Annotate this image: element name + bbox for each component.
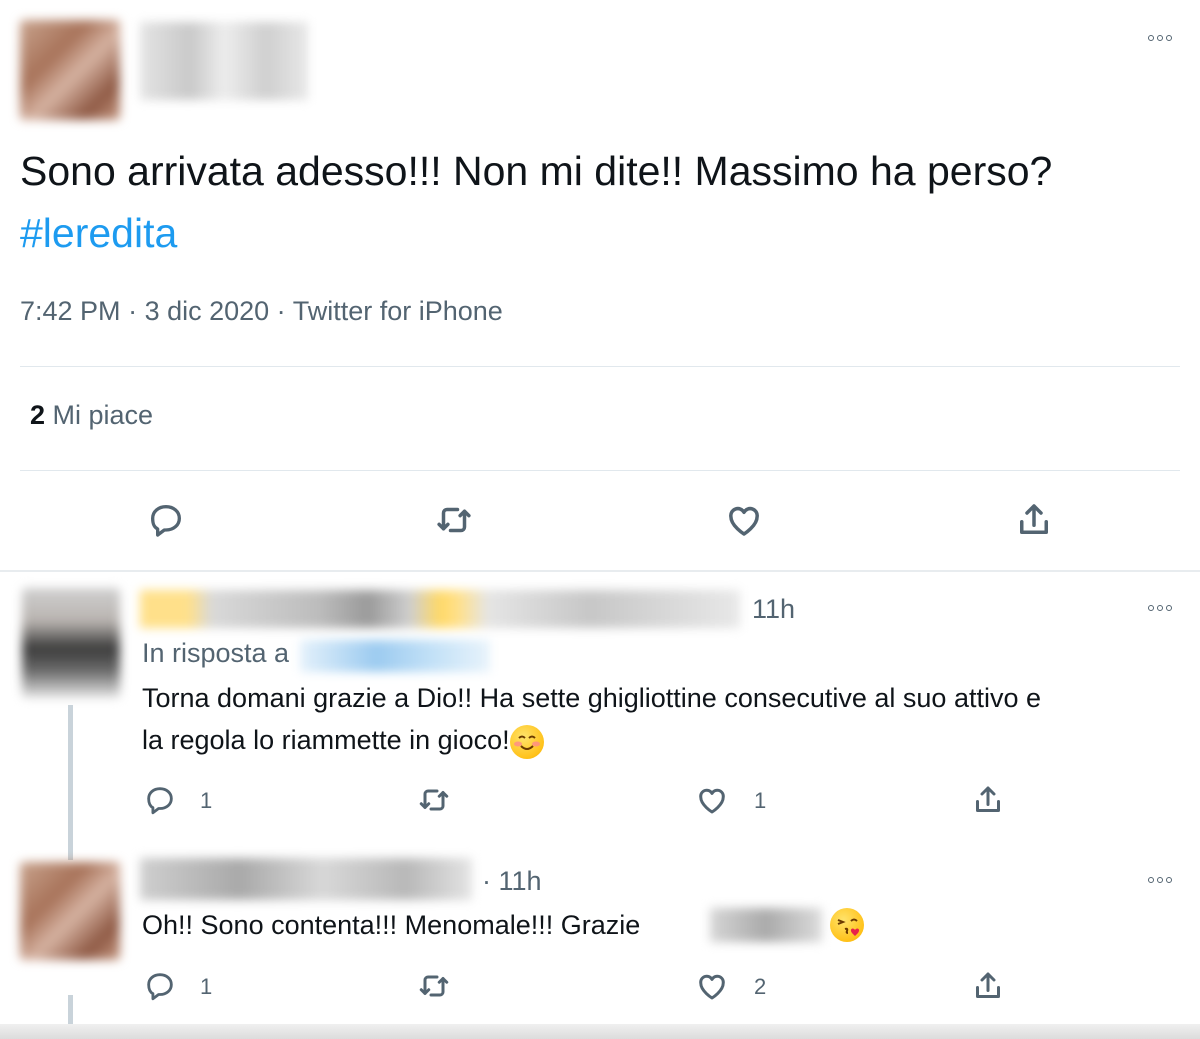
like-count: 2 <box>754 974 767 999</box>
share-icon[interactable] <box>968 966 1008 1006</box>
smiling-face-icon <box>509 724 544 759</box>
meta-separator: · <box>120 296 145 326</box>
author-avatar[interactable] <box>20 20 120 120</box>
more-options-icon[interactable] <box>1144 602 1176 614</box>
tweet-source[interactable]: Twitter for iPhone <box>293 296 503 326</box>
reply-to-label: In risposta a <box>142 638 290 668</box>
retweet-icon[interactable] <box>414 780 454 820</box>
reply-count: 1 <box>200 788 213 813</box>
section-separator <box>0 570 1200 572</box>
reply-time-value[interactable]: 11h <box>499 866 542 896</box>
reply-text: Torna domani grazie a Dio!! Ha sette ghi… <box>142 677 1182 761</box>
reply-text-line: Torna domani grazie a Dio!! Ha sette ghi… <box>142 683 1042 713</box>
likes-count: 2 <box>30 400 46 430</box>
reply-author-avatar[interactable] <box>22 588 120 698</box>
reply-time[interactable]: · 11h <box>482 866 542 897</box>
divider <box>20 366 1180 367</box>
share-icon[interactable] <box>1012 498 1056 542</box>
reply-icon[interactable] <box>144 498 188 542</box>
author-name-blurred[interactable] <box>140 22 308 100</box>
reply-author-name-blurred[interactable] <box>140 590 740 628</box>
like-icon[interactable] <box>692 966 732 1006</box>
reply-text-body: Oh!! Sono contenta!!! Menomale!!! Grazie <box>142 910 641 940</box>
bottom-edge <box>0 1024 1200 1039</box>
reply-icon[interactable] <box>140 966 180 1006</box>
mention-link-blurred[interactable] <box>300 640 490 672</box>
reply-count: 1 <box>200 974 213 999</box>
like-icon[interactable] <box>692 780 732 820</box>
more-options-icon[interactable] <box>1144 32 1176 44</box>
likes-summary[interactable]: 2 Mi piace <box>30 400 153 431</box>
mention-blurred <box>710 908 822 942</box>
divider <box>20 470 1180 471</box>
reply-text: Oh!! Sono contenta!!! Menomale!!! Grazie <box>142 904 640 946</box>
likes-label: Mi piace <box>45 400 154 430</box>
reply-time[interactable]: 11h <box>752 594 795 625</box>
reply-author-name-blurred[interactable] <box>140 858 472 900</box>
tweet-meta: 7:42 PM · 3 dic 2020 · Twitter for iPhon… <box>20 296 503 327</box>
time-separator: · <box>482 866 499 896</box>
hashtag-link[interactable]: #leredita <box>20 210 177 256</box>
retweet-icon[interactable] <box>414 966 454 1006</box>
tweet-body: Sono arrivata adesso!!! Non mi dite!! Ma… <box>20 148 1053 194</box>
share-icon[interactable] <box>968 780 1008 820</box>
more-options-icon[interactable] <box>1144 874 1176 886</box>
reply-text-line: la regola lo riammette in gioco! <box>142 719 1182 761</box>
like-icon[interactable] <box>722 498 766 542</box>
retweet-icon[interactable] <box>432 498 476 542</box>
reply-text-line-2: la regola lo riammette in gioco! <box>142 725 510 755</box>
reply-author-avatar[interactable] <box>20 862 120 960</box>
tweet-text: Sono arrivata adesso!!! Non mi dite!! Ma… <box>20 140 1120 264</box>
reply-icon[interactable] <box>140 780 180 820</box>
tweet-date[interactable]: 3 dic 2020 <box>145 296 270 326</box>
thread-connector <box>68 705 73 860</box>
meta-separator: · <box>269 296 293 326</box>
tweet-time[interactable]: 7:42 PM <box>20 296 121 326</box>
face-blowing-kiss-icon <box>830 908 864 942</box>
like-count: 1 <box>754 788 767 813</box>
